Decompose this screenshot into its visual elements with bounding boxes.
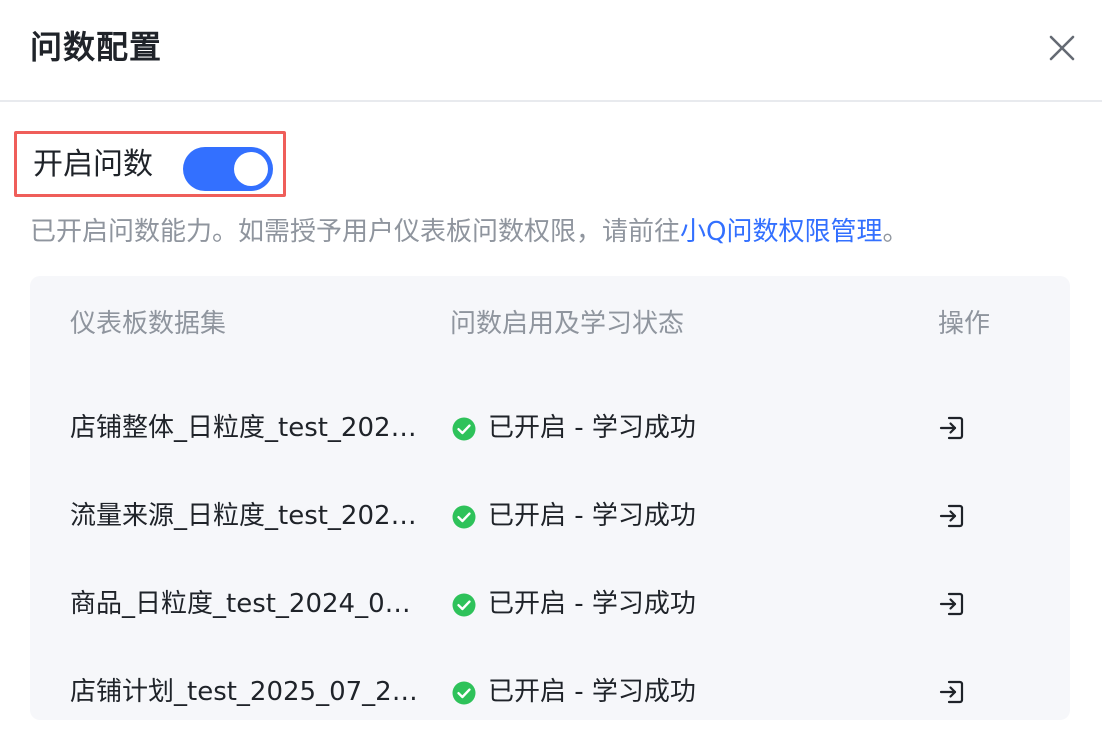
status-text: 已开启 - 学习成功 [488, 589, 696, 619]
column-header-dataset: 仪表板数据集 [70, 309, 227, 339]
dataset-name: 流量来源_日粒度_test_2024_04_01 [70, 501, 426, 531]
close-button[interactable] [1044, 30, 1080, 66]
table-row: 店铺计划_test_2025_07_21_01 已开启 - 学习成功 [30, 648, 1070, 736]
close-icon [1049, 35, 1075, 61]
success-check-icon [452, 681, 476, 705]
enable-query-switch[interactable] [183, 147, 273, 191]
table-row: 商品_日粒度_test_2024_04_01 已开启 - 学习成功 [30, 560, 1070, 648]
switch-knob [234, 152, 268, 186]
table-row: 流量来源_日粒度_test_2024_04_01 已开启 - 学习成功 [30, 472, 1070, 560]
status-text: 已开启 - 学习成功 [488, 677, 696, 707]
dialog-header: 问数配置 [0, 0, 1102, 102]
column-header-action: 操作 [938, 309, 991, 339]
enter-icon[interactable] [938, 678, 966, 706]
enable-query-label: 开启问数 [33, 147, 153, 182]
success-check-icon [452, 505, 476, 529]
dataset-table: 仪表板数据集 问数启用及学习状态 操作 店铺整体_日粒度_test_2024_0… [30, 276, 1070, 720]
dataset-name: 商品_日粒度_test_2024_04_01 [70, 589, 426, 619]
enter-icon[interactable] [938, 414, 966, 442]
permission-management-link[interactable]: 小Q问数权限管理 [680, 217, 882, 247]
enter-icon[interactable] [938, 502, 966, 530]
status-text: 已开启 - 学习成功 [488, 413, 696, 443]
success-check-icon [452, 417, 476, 441]
dataset-name: 店铺计划_test_2025_07_21_01 [70, 677, 426, 707]
column-header-status: 问数启用及学习状态 [450, 309, 685, 339]
enable-query-toggle-row: 开启问数 [14, 131, 286, 197]
table-row: 店铺整体_日粒度_test_2024_04_01 已开启 - 学习成功 [30, 384, 1070, 472]
success-check-icon [452, 593, 476, 617]
dataset-name: 店铺整体_日粒度_test_2024_04_01 [70, 413, 426, 443]
enter-icon[interactable] [938, 590, 966, 618]
description-suffix: 。 [882, 217, 909, 247]
description-text: 已开启问数能力。如需授予用户仪表板问数权限，请前往 [30, 217, 681, 247]
status-text: 已开启 - 学习成功 [488, 501, 696, 531]
permission-description: 已开启问数能力。如需授予用户仪表板问数权限，请前往小Q问数权限管理。 [30, 214, 909, 250]
dialog-title: 问数配置 [30, 28, 163, 66]
